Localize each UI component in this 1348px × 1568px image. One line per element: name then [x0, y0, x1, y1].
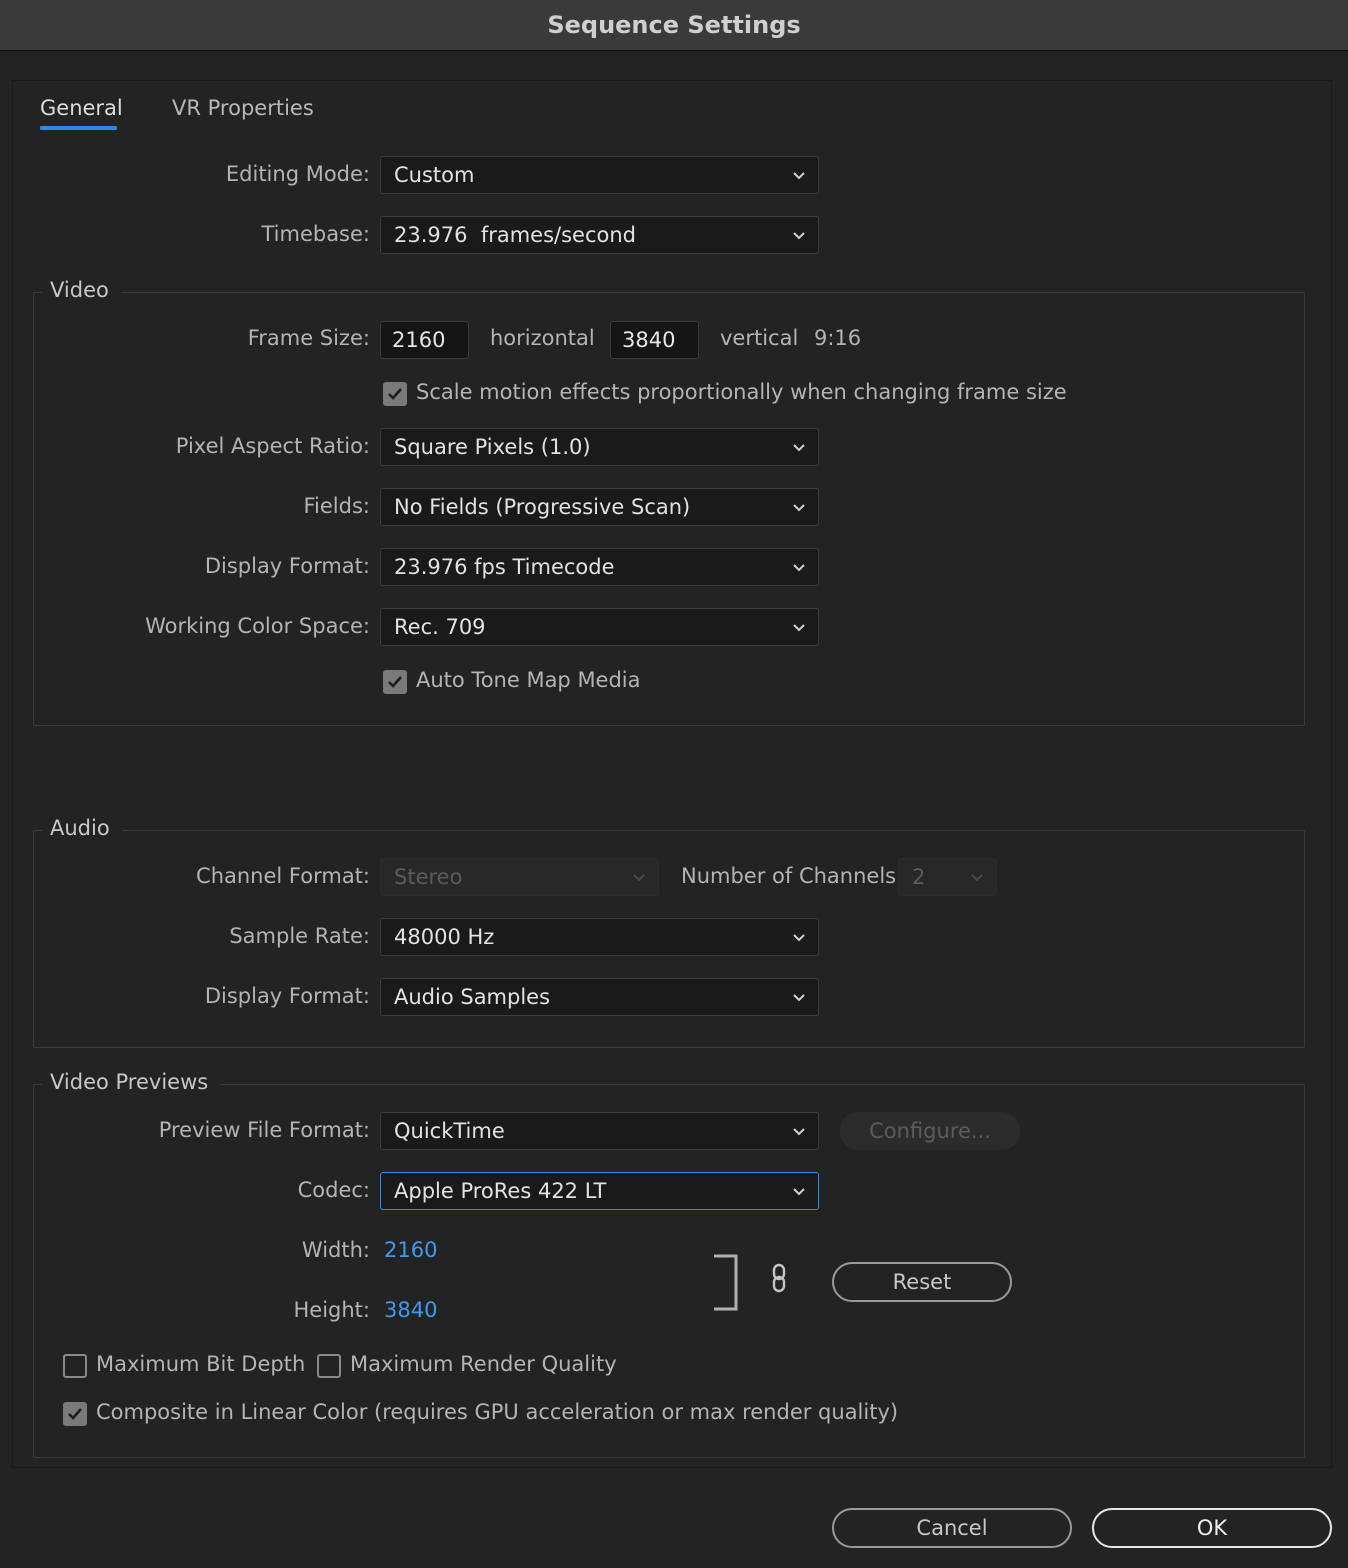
audio-display-format-label: Display Format:: [204, 984, 370, 1008]
chevron-down-icon: [633, 874, 645, 882]
color-space-value: Rec. 709: [394, 615, 486, 639]
sample-rate-select[interactable]: 48000 Hz: [380, 918, 819, 956]
tab-active-indicator: [40, 126, 117, 130]
preview-file-format-label: Preview File Format:: [158, 1118, 370, 1142]
max-render-quality-checkbox[interactable]: [317, 1354, 341, 1378]
num-channels-select: 2: [898, 858, 997, 896]
vertical-label: vertical: [720, 326, 799, 350]
bracket-icon: [714, 1254, 738, 1311]
color-space-select[interactable]: Rec. 709: [380, 608, 819, 646]
chevron-down-icon: [793, 1188, 805, 1196]
color-space-label: Working Color Space:: [145, 614, 370, 638]
checkmark-icon: [68, 1408, 82, 1420]
max-bit-depth-label: Maximum Bit Depth: [96, 1352, 306, 1376]
video-legend: Video: [42, 278, 121, 302]
window-title: Sequence Settings: [547, 11, 801, 39]
editing-mode-value: Custom: [394, 163, 475, 187]
timebase-select[interactable]: 23.976 frames/second: [380, 216, 819, 254]
preview-file-format-select[interactable]: QuickTime: [380, 1112, 819, 1150]
fields-select[interactable]: No Fields (Progressive Scan): [380, 488, 819, 526]
ok-button[interactable]: OK: [1092, 1508, 1332, 1548]
sample-rate-value: 48000 Hz: [394, 925, 495, 949]
num-channels-value: 2: [912, 865, 926, 889]
max-render-quality-label: Maximum Render Quality: [350, 1352, 617, 1376]
frame-size-label: Frame Size:: [247, 326, 370, 350]
chevron-down-icon: [971, 874, 983, 882]
timebase-value: 23.976 frames/second: [394, 223, 637, 247]
frame-height-input[interactable]: 3840: [610, 321, 699, 359]
frame-width-input[interactable]: 2160: [380, 321, 469, 359]
chevron-down-icon: [793, 564, 805, 572]
link-icon[interactable]: [768, 1262, 792, 1296]
checkmark-icon: [388, 676, 402, 688]
cancel-button[interactable]: Cancel: [832, 1508, 1072, 1548]
reset-button[interactable]: Reset: [832, 1262, 1012, 1302]
chevron-down-icon: [793, 1128, 805, 1136]
channel-format-value: Stereo: [394, 865, 463, 889]
linear-color-label: Composite in Linear Color (requires GPU …: [96, 1400, 899, 1424]
preview-width-label: Width:: [301, 1238, 370, 1262]
chevron-down-icon: [793, 232, 805, 240]
tab-general[interactable]: General: [40, 96, 123, 120]
sample-rate-label: Sample Rate:: [229, 924, 370, 948]
auto-tone-checkbox[interactable]: [383, 670, 407, 694]
preview-width-value[interactable]: 2160: [384, 1238, 437, 1262]
audio-display-format-value: Audio Samples: [394, 985, 551, 1009]
chevron-down-icon: [793, 444, 805, 452]
fields-value: No Fields (Progressive Scan): [394, 495, 691, 519]
audio-legend: Audio: [42, 816, 122, 840]
audio-display-format-select[interactable]: Audio Samples: [380, 978, 819, 1016]
num-channels-label: Number of Channels:: [681, 864, 904, 888]
auto-tone-label: Auto Tone Map Media: [416, 668, 641, 692]
horizontal-label: horizontal: [490, 326, 595, 350]
chevron-down-icon: [793, 504, 805, 512]
video-display-format-value: 23.976 fps Timecode: [394, 555, 615, 579]
max-bit-depth-checkbox[interactable]: [63, 1354, 87, 1378]
scale-motion-checkbox[interactable]: [383, 382, 407, 406]
codec-label: Codec:: [297, 1178, 370, 1202]
fields-label: Fields:: [303, 494, 371, 518]
linear-color-checkbox[interactable]: [63, 1402, 87, 1426]
chevron-down-icon: [793, 172, 805, 180]
channel-format-select: Stereo: [380, 858, 659, 896]
timebase-label: Timebase:: [261, 222, 370, 246]
chevron-down-icon: [793, 994, 805, 1002]
pixel-aspect-value: Square Pixels (1.0): [394, 435, 591, 459]
preview-height-value[interactable]: 3840: [384, 1298, 437, 1322]
scale-motion-label: Scale motion effects proportionally when…: [416, 380, 1067, 404]
editing-mode-label: Editing Mode:: [225, 162, 370, 186]
chevron-down-icon: [793, 624, 805, 632]
video-display-format-label: Display Format:: [204, 554, 370, 578]
configure-button: Configure...: [840, 1112, 1020, 1150]
video-previews-legend: Video Previews: [42, 1070, 221, 1094]
codec-select[interactable]: Apple ProRes 422 LT: [380, 1172, 819, 1210]
preview-height-label: Height:: [293, 1298, 371, 1322]
pixel-aspect-select[interactable]: Square Pixels (1.0): [380, 428, 819, 466]
aspect-ratio-readout: 9:16: [814, 326, 862, 350]
checkmark-icon: [388, 388, 402, 400]
editing-mode-select[interactable]: Custom: [380, 156, 819, 194]
pixel-aspect-label: Pixel Aspect Ratio:: [175, 434, 370, 458]
chevron-down-icon: [793, 934, 805, 942]
preview-file-format-value: QuickTime: [394, 1119, 505, 1143]
codec-value: Apple ProRes 422 LT: [394, 1179, 607, 1203]
tab-vr-properties[interactable]: VR Properties: [172, 96, 314, 120]
title-bar: Sequence Settings: [0, 0, 1348, 51]
video-display-format-select[interactable]: 23.976 fps Timecode: [380, 548, 819, 586]
channel-format-label: Channel Format:: [196, 864, 370, 888]
